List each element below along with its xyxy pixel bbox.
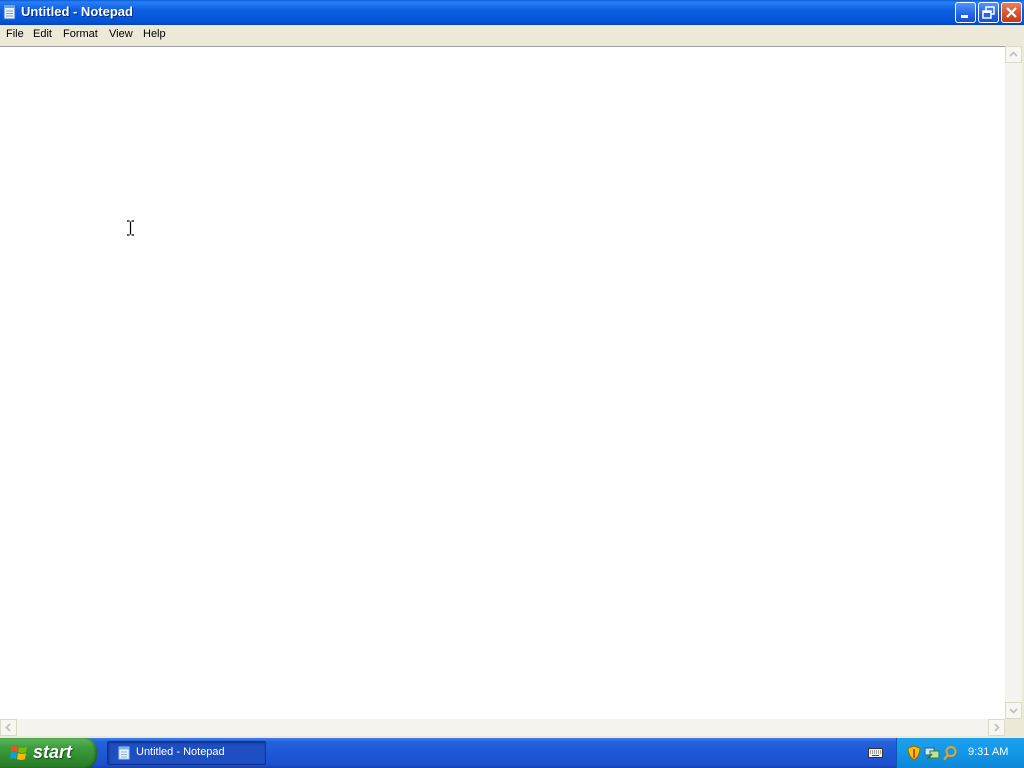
magnifier-icon[interactable] (942, 745, 958, 761)
horizontal-scrollbar[interactable] (0, 719, 1005, 736)
notepad-icon (118, 746, 130, 760)
taskbar-button-notepad[interactable]: Untitled - Notepad (107, 741, 266, 765)
scroll-up-button[interactable] (1005, 46, 1022, 63)
system-tray: 9:31 AM (896, 738, 1024, 768)
taskbar-button-label: Untitled - Notepad (136, 746, 225, 758)
scroll-left-button[interactable] (0, 719, 17, 736)
minimize-button[interactable] (955, 2, 976, 23)
menu-help[interactable]: Help (143, 28, 166, 40)
menu-file[interactable]: File (6, 28, 24, 40)
title-bar[interactable]: Untitled - Notepad (0, 0, 1024, 25)
menu-edit[interactable]: Edit (33, 28, 52, 40)
text-cursor-icon (127, 220, 134, 236)
restore-icon (982, 6, 995, 19)
network-icon[interactable] (924, 745, 940, 761)
arrow-down-icon (1009, 708, 1018, 714)
scroll-down-button[interactable] (1005, 702, 1022, 719)
size-grip[interactable] (1005, 719, 1024, 738)
arrow-left-icon (5, 723, 11, 732)
restore-button[interactable] (978, 2, 999, 23)
start-label: start (33, 742, 73, 762)
menu-bar: File Edit Format View Help (0, 25, 1024, 45)
window-title: Untitled - Notepad (21, 4, 133, 19)
text-editor[interactable] (0, 46, 1005, 719)
taskbar: start Untitled - Notepad 9:31 AM (0, 738, 1024, 768)
arrow-right-icon (994, 723, 1000, 732)
minimize-icon (961, 15, 968, 18)
arrow-up-icon (1009, 51, 1018, 57)
notepad-icon[interactable] (3, 4, 17, 20)
keyboard-icon[interactable] (868, 746, 883, 759)
close-button[interactable] (1001, 2, 1022, 23)
clock[interactable]: 9:31 AM (968, 746, 1008, 758)
menu-format[interactable]: Format (63, 28, 98, 40)
scroll-right-button[interactable] (988, 719, 1005, 736)
windows-logo-icon (10, 746, 27, 760)
close-icon (1006, 7, 1017, 18)
start-button[interactable]: start (0, 738, 97, 768)
menu-view[interactable]: View (109, 28, 133, 40)
notepad-window: Untitled - Notepad File Edit Format View… (0, 0, 1024, 738)
vertical-scrollbar[interactable] (1005, 46, 1022, 719)
shield-icon[interactable] (906, 745, 922, 761)
